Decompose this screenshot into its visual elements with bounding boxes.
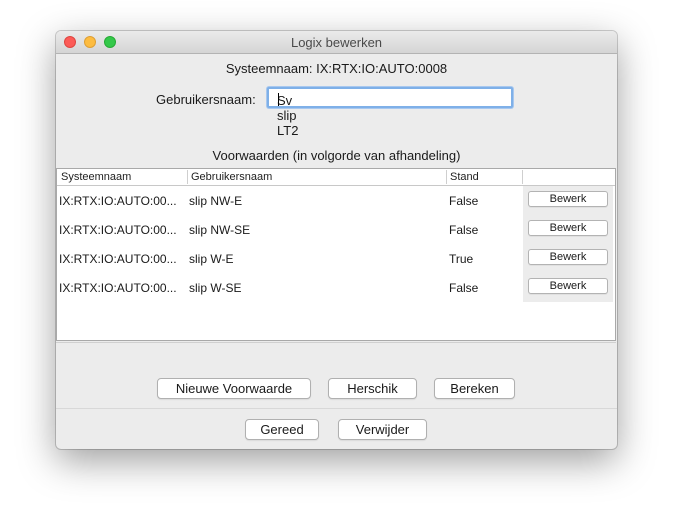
logix-edit-window: Logix bewerken Systeemnaam: IX:RTX:IO:AU…	[56, 31, 617, 449]
row-username: slip W-SE	[189, 281, 242, 295]
row-state: False	[449, 281, 479, 295]
text-caret	[278, 93, 279, 106]
table-row[interactable]: IX:RTX:IO:AUTO:00... slip W-SE False Bew…	[57, 273, 615, 302]
edit-button[interactable]: Bewerk	[528, 220, 608, 236]
window-title: Logix bewerken	[290, 35, 383, 50]
reorder-button[interactable]: Herschik	[328, 378, 417, 399]
column-header-state[interactable]: Stand	[450, 171, 479, 183]
edit-button[interactable]: Bewerk	[528, 191, 608, 207]
divider	[56, 408, 617, 409]
row-username: slip NW-SE	[189, 223, 251, 237]
username-label: Gebruikersnaam:	[156, 92, 256, 107]
done-button[interactable]: Gereed	[245, 419, 319, 440]
column-header-username[interactable]: Gebruikersnaam	[191, 171, 272, 183]
new-condition-button[interactable]: Nieuwe Voorwaarde	[157, 378, 311, 399]
edit-button[interactable]: Bewerk	[528, 249, 608, 265]
table-header: Systeemnaam Gebruikersnaam Stand	[57, 169, 615, 186]
row-action-cell: Bewerk	[523, 215, 613, 244]
username-input[interactable]: Sv slip LT2	[267, 87, 513, 138]
row-action-cell: Bewerk	[523, 186, 613, 215]
column-header-system-name[interactable]: Systeemnaam	[61, 171, 131, 183]
conditions-button-panel: Nieuwe Voorwaarde Herschik Bereken	[56, 342, 616, 409]
row-action-cell: Bewerk	[523, 273, 613, 302]
row-username: slip NW-E	[189, 194, 243, 208]
edit-button[interactable]: Bewerk	[528, 278, 608, 294]
row-system-name: IX:RTX:IO:AUTO:00...	[59, 223, 177, 237]
row-system-name: IX:RTX:IO:AUTO:00...	[59, 252, 177, 266]
delete-button[interactable]: Verwijder	[338, 419, 427, 440]
conditions-title: Voorwaarden (in volgorde van afhandeling…	[212, 148, 461, 163]
titlebar[interactable]: Logix bewerken	[56, 31, 617, 54]
table-row[interactable]: IX:RTX:IO:AUTO:00... slip NW-SE False Be…	[57, 215, 615, 244]
row-username: slip W-E	[189, 252, 234, 266]
row-system-name: IX:RTX:IO:AUTO:00...	[59, 281, 177, 295]
row-system-name: IX:RTX:IO:AUTO:00...	[59, 194, 177, 208]
column-divider	[522, 170, 523, 184]
row-state: False	[449, 223, 479, 237]
column-divider	[446, 170, 447, 184]
conditions-table: Systeemnaam Gebruikersnaam Stand IX:RTX:…	[56, 168, 616, 341]
row-state: False	[449, 194, 479, 208]
column-divider	[187, 170, 188, 184]
table-row[interactable]: IX:RTX:IO:AUTO:00... slip NW-E False Bew…	[57, 186, 615, 215]
row-state: True	[449, 252, 474, 266]
system-name-label: Systeemnaam: IX:RTX:IO:AUTO:0008	[225, 61, 448, 76]
row-action-cell: Bewerk	[523, 244, 613, 273]
calculate-button[interactable]: Bereken	[434, 378, 515, 399]
table-row[interactable]: IX:RTX:IO:AUTO:00... slip W-E True Bewer…	[57, 244, 615, 273]
